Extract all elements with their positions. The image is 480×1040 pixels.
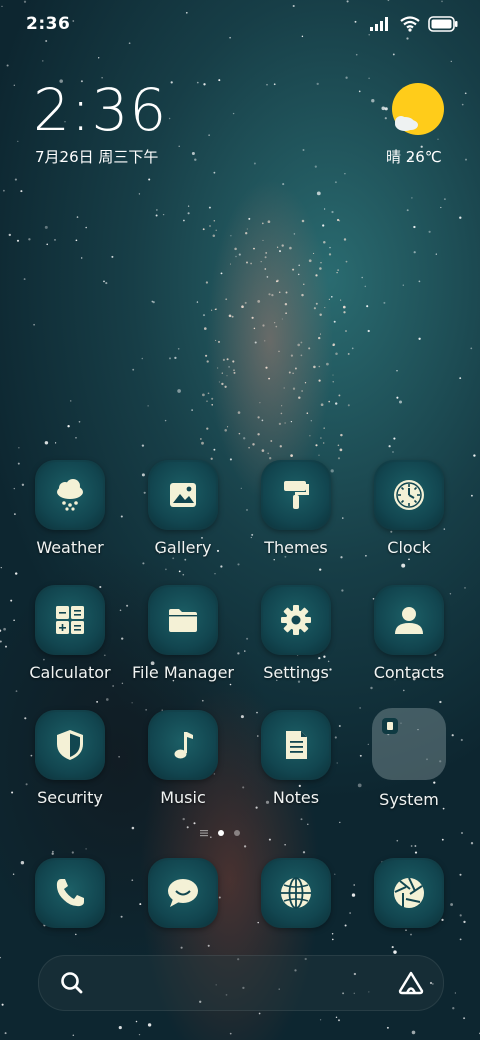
app-clock[interactable]: Clock <box>349 460 469 557</box>
widget-date: 7月26日 周三下午 <box>35 148 159 166</box>
app-label: Contacts <box>373 663 445 682</box>
shield-icon <box>57 730 83 760</box>
folder-group-icon <box>382 718 398 734</box>
app-gallery[interactable]: Gallery <box>123 460 243 557</box>
app-label: Notes <box>272 788 320 807</box>
calculator-icon <box>56 606 84 634</box>
browser-globe-icon <box>281 877 311 909</box>
app-label: Security <box>37 788 103 807</box>
weather-icon <box>57 479 83 511</box>
search-bar[interactable] <box>38 955 444 1011</box>
app-label: File Manager <box>132 663 234 682</box>
widget-clock[interactable]: 2:36 <box>33 78 167 142</box>
app-label: Weather <box>36 538 104 557</box>
folder-system[interactable]: System <box>349 708 469 809</box>
app-weather[interactable]: Weather <box>10 460 130 557</box>
page-dot-1[interactable] <box>218 830 224 836</box>
notes-icon <box>286 731 307 759</box>
dock-browser[interactable] <box>236 858 356 928</box>
themes-icon <box>284 481 309 509</box>
app-contacts[interactable]: Contacts <box>349 585 469 682</box>
dock-phone[interactable] <box>10 858 130 928</box>
gear-icon <box>281 605 311 635</box>
app-calculator[interactable]: Calculator <box>10 585 130 682</box>
page-dot-2[interactable] <box>234 830 240 836</box>
wifi-icon <box>400 16 420 32</box>
app-label: Clock <box>387 538 431 557</box>
app-file-manager[interactable]: File Manager <box>123 585 243 682</box>
widget-weather: 晴 26℃ <box>386 148 442 166</box>
app-label: Gallery <box>154 538 212 557</box>
clock-icon <box>394 480 424 510</box>
app-label: Calculator <box>29 663 111 682</box>
messages-icon <box>168 879 198 907</box>
status-time: 2:36 <box>26 14 71 34</box>
camera-aperture-icon <box>394 877 424 908</box>
dock-camera[interactable] <box>349 858 469 928</box>
battery-icon <box>428 16 458 32</box>
app-themes[interactable]: Themes <box>236 460 356 557</box>
folder-icon <box>169 609 197 632</box>
page-indicator <box>200 829 240 837</box>
app-security[interactable]: Security <box>10 710 130 807</box>
app-music[interactable]: Music <box>123 710 243 807</box>
app-settings[interactable]: Settings <box>236 585 356 682</box>
app-label: System <box>379 790 439 809</box>
dock-messages[interactable] <box>123 858 243 928</box>
app-label: Settings <box>263 663 329 682</box>
app-label: Music <box>160 788 206 807</box>
list-page-icon[interactable] <box>200 829 208 837</box>
gallery-icon <box>170 483 196 507</box>
signal-icon <box>370 17 388 31</box>
music-note-icon <box>174 732 193 759</box>
phone-icon <box>56 879 84 907</box>
contacts-icon <box>395 607 423 634</box>
app-label: Themes <box>264 538 328 557</box>
search-icon[interactable] <box>59 970 85 996</box>
status-bar: 2:36 <box>0 0 480 50</box>
assistant-icon[interactable] <box>397 969 425 997</box>
app-notes[interactable]: Notes <box>236 710 356 807</box>
cloud-icon <box>395 116 418 131</box>
